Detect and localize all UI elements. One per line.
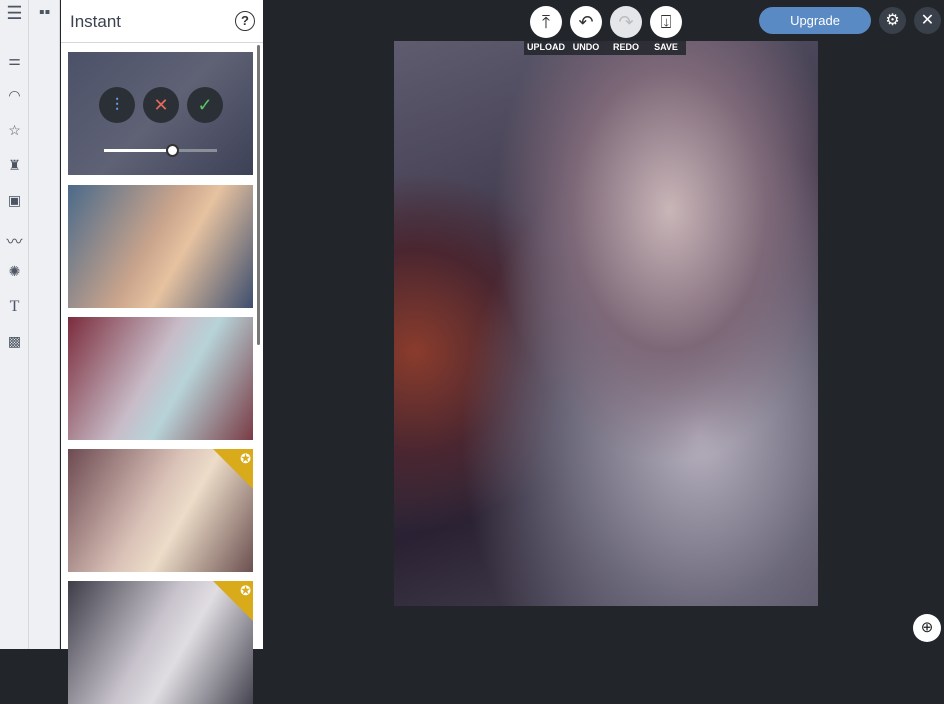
zoom-in-icon[interactable]: ⊕ xyxy=(913,614,941,642)
cancel-icon[interactable]: ✕ xyxy=(143,87,179,123)
menu-icon[interactable]: ☰ xyxy=(0,3,29,24)
award-icon: ✪ xyxy=(240,583,251,598)
filter-panel: Instant ? ⫶ ✕ ✓ ✪ ✪ xyxy=(61,0,263,704)
redo-icon: ↷ xyxy=(618,12,634,32)
divider xyxy=(61,42,263,43)
panel-title: Instant xyxy=(70,12,122,31)
filter-thumbnail-premium[interactable]: ✪ xyxy=(68,449,253,572)
photo-canvas[interactable] xyxy=(394,41,818,606)
premium-badge: ✪ xyxy=(213,581,253,621)
effects-wand-icon[interactable]: ☆ xyxy=(0,122,29,139)
settings-gear-icon[interactable]: ⚙ xyxy=(879,7,906,34)
texture-icon[interactable]: ▩ xyxy=(0,333,29,350)
save-button[interactable]: ⍗ xyxy=(650,6,682,38)
apply-check-icon[interactable]: ✓ xyxy=(187,87,223,123)
upgrade-button[interactable]: Upgrade xyxy=(759,7,871,34)
grid-icon[interactable]: ▪▪ xyxy=(29,4,60,22)
save-icon: ⍗ xyxy=(660,12,672,32)
upload-icon: ⤒ xyxy=(542,12,550,32)
premium-badge: ✪ xyxy=(213,449,253,489)
undo-button[interactable]: ↶ xyxy=(570,6,602,38)
award-icon: ✪ xyxy=(240,451,251,466)
close-icon[interactable]: ✕ xyxy=(914,7,941,34)
intensity-slider[interactable] xyxy=(104,144,217,157)
filter-thumbnail[interactable] xyxy=(68,317,253,440)
adjust-icon[interactable]: ⚌ xyxy=(0,52,29,69)
text-icon[interactable]: T xyxy=(0,298,29,316)
shape-badge-icon[interactable]: ✺ xyxy=(0,263,29,280)
settings-sliders-icon[interactable]: ⫶ xyxy=(99,87,135,123)
help-button[interactable]: ? xyxy=(235,11,255,31)
touch-up-lips-icon[interactable]: ◠ xyxy=(0,87,29,104)
save-label: SAVE xyxy=(654,42,678,52)
slider-fill xyxy=(104,149,172,152)
sub-sidebar: ▪▪ xyxy=(29,0,60,649)
filter-thumbnail[interactable] xyxy=(68,185,253,308)
filter-thumbnail-active[interactable]: ⫶ ✕ ✓ xyxy=(68,52,253,175)
filter-thumbnail-premium[interactable]: ✪ xyxy=(68,581,253,704)
panel-scrollbar[interactable] xyxy=(257,45,260,345)
slider-knob[interactable] xyxy=(165,144,179,157)
upload-button[interactable]: ⤒ xyxy=(530,6,562,38)
paint-brush-icon[interactable]: ♜ xyxy=(0,157,29,174)
overlay-mustache-icon[interactable]: 〰 xyxy=(0,228,29,252)
undo-icon: ↶ xyxy=(578,12,594,32)
redo-button[interactable]: ↷ xyxy=(610,6,642,38)
tool-sidebar: ☰ ⚌ ◠ ☆ ♜ ▣ 〰 ✺ T ▩ xyxy=(0,0,29,649)
frame-icon[interactable]: ▣ xyxy=(0,192,29,209)
